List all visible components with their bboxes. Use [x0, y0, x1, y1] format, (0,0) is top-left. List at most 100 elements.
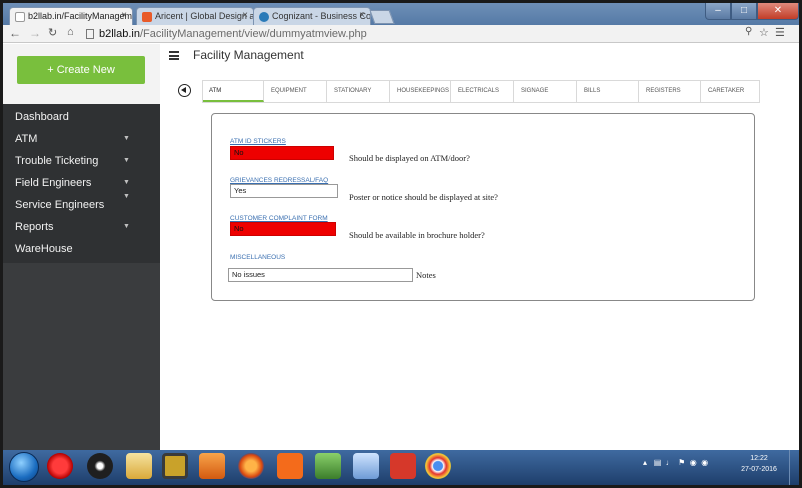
customer-complaint-form-label: CUSTOMER COMPLAINT FORM	[230, 215, 328, 222]
page-title: Facility Management	[193, 48, 304, 62]
page-icon	[86, 29, 94, 39]
address-bar[interactable]: b2llab.in/FacilityManagement/view/dummya…	[85, 26, 735, 42]
atm-id-stickers-field[interactable]: No	[230, 146, 334, 160]
presentation-icon[interactable]	[390, 453, 416, 479]
hp-icon[interactable]	[87, 453, 113, 479]
network-tray-icon[interactable]: ▤	[654, 458, 662, 467]
sidebar-item-field-engineers[interactable]: Field Engineers ▼	[3, 172, 160, 194]
sidebar-menu: Dashboard ATM ▼ Trouble Ticketing ▼ Field …	[3, 106, 160, 260]
back-circle-icon[interactable]	[178, 84, 191, 97]
new-tab-button[interactable]	[369, 10, 395, 24]
grievances-redressal-label: GRIEVANCES REDRESSAL/FAQ	[230, 177, 329, 184]
sidebar-item-trouble-ticketing[interactable]: Trouble Ticketing ▼	[3, 150, 160, 172]
sidebar-item-label: Trouble Ticketing	[15, 155, 99, 167]
windows-taskbar: ▴ ▤ ♩ ⚑ ◉ ◉ 12:22 27-07-2016	[3, 450, 799, 485]
aricent-favicon-icon	[142, 12, 152, 22]
atm-id-stickers-note: Should be displayed on ATM/door?	[349, 153, 470, 163]
close-tab-icon[interactable]: ×	[359, 10, 365, 21]
tab-registers[interactable]: REGISTERS	[640, 81, 701, 102]
tab-electricals[interactable]: ELECTRICALS	[452, 81, 514, 102]
paint-icon[interactable]	[353, 453, 379, 479]
sidebar-item-service-engineers[interactable]: Service Engineers ▼	[3, 193, 160, 216]
close-window-button[interactable]: ✕	[757, 3, 799, 20]
browser-tab-label: b2llab.in/FacilityManagem	[28, 11, 133, 21]
sidebar: + Create New Dashboard ATM ▼ Trouble Tick…	[3, 44, 160, 450]
sidebar-item-atm[interactable]: ATM ▼	[3, 128, 160, 150]
customer-complaint-form-field[interactable]: No	[230, 222, 336, 236]
cognizant-favicon-icon	[259, 12, 269, 22]
browser-tab-aricent[interactable]: Aricent | Global Design a ×	[136, 7, 254, 25]
sidebar-top-panel: + Create New	[3, 44, 160, 104]
create-new-button[interactable]: + Create New	[17, 56, 145, 84]
category-tabs: ATM EQUIPMENT STATIONARY HOUSEKEEPINGS E…	[202, 80, 760, 103]
caret-down-icon: ▼	[123, 223, 130, 230]
minimize-window-button[interactable]: –	[705, 3, 731, 20]
sidebar-item-label: WareHouse	[15, 243, 73, 255]
sidebar-item-label: Field Engineers	[15, 177, 92, 189]
grievances-redressal-note: Poster or notice should be displayed at …	[349, 192, 498, 202]
browser-tab-strip: b2llab.in/FacilityManagem × Aricent | Gl…	[3, 3, 799, 25]
maximize-window-button[interactable]: □	[731, 3, 757, 20]
media-player-icon[interactable]	[199, 453, 225, 479]
file-explorer-icon[interactable]	[126, 453, 152, 479]
miscellaneous-note: Notes	[416, 270, 436, 280]
antivirus-tray-icon[interactable]: ◉	[690, 458, 697, 467]
browser-tab-label: Cognizant - Business Con	[272, 11, 371, 21]
chrome-tray-icon[interactable]: ◉	[701, 458, 708, 467]
forward-arrow-icon[interactable]: →	[29, 26, 41, 40]
chrome-icon[interactable]	[425, 453, 451, 479]
sidebar-item-label: Reports	[15, 221, 54, 233]
miscellaneous-field[interactable]: No issues	[228, 268, 413, 282]
sidebar-item-reports[interactable]: Reports ▼	[3, 216, 160, 238]
sidebar-item-label: ATM	[15, 133, 38, 145]
tab-atm[interactable]: ATM	[203, 81, 264, 102]
tab-signage[interactable]: SIGNAGE	[515, 81, 577, 102]
url-domain: b2llab.in	[99, 28, 140, 40]
extension-icon[interactable]: ⚲	[745, 26, 752, 37]
tab-bills[interactable]: BILLS	[578, 81, 639, 102]
browser-tab-cognizant[interactable]: Cognizant - Business Con ×	[253, 7, 371, 25]
caret-down-icon: ▼	[123, 157, 130, 164]
firefox-icon[interactable]	[238, 453, 264, 479]
home-icon[interactable]: ⌂	[67, 26, 74, 38]
system-tray: ▴ ▤ ♩ ⚑ ◉ ◉	[643, 458, 708, 467]
atm-id-stickers-label: ATM ID STICKERS	[230, 138, 286, 145]
url-path: /FacilityManagement/view/dummyatmview.ph…	[139, 28, 367, 40]
show-desktop-button[interactable]	[789, 450, 799, 485]
sidebar-filler	[3, 263, 160, 450]
clock-date: 27-07-2016	[741, 466, 777, 473]
flag-tray-icon[interactable]: ⚑	[678, 458, 685, 467]
sidebar-item-warehouse[interactable]: WareHouse	[3, 238, 160, 260]
tray-arrow-icon[interactable]: ▴	[643, 458, 647, 467]
browser-tab-facility[interactable]: b2llab.in/FacilityManagem ×	[9, 7, 133, 25]
close-tab-icon[interactable]: ×	[121, 10, 127, 21]
bookmark-star-icon[interactable]: ☆	[759, 26, 769, 39]
tab-stationary[interactable]: STATIONARY	[328, 81, 390, 102]
page-favicon-icon	[15, 12, 25, 22]
page-header: Facility Management	[160, 44, 799, 70]
browser-tab-label: Aricent | Global Design a	[155, 11, 254, 21]
windows-start-icon[interactable]	[9, 452, 39, 482]
tab-equipment[interactable]: EQUIPMENT	[265, 81, 327, 102]
back-arrow-icon[interactable]: ←	[9, 26, 21, 40]
tab-housekeepings[interactable]: HOUSEKEEPINGS	[391, 81, 451, 102]
chrome-menu-icon[interactable]: ☰	[775, 26, 785, 39]
atm-form-card: ATM ID STICKERS No Should be displayed o…	[211, 113, 755, 301]
caret-down-icon: ▼	[123, 193, 130, 200]
taskbar-clock[interactable]: 12:22 27-07-2016	[731, 453, 787, 475]
tab-caretaker[interactable]: CARETAKER	[702, 81, 759, 102]
browser-toolbar: ← → ↻ ⌂ b2llab.in/FacilityManagement/vie…	[3, 25, 799, 43]
app-frame-icon[interactable]	[162, 453, 188, 479]
volume-tray-icon[interactable]: ♩	[666, 458, 674, 467]
sidebar-item-label: Service Engineers	[15, 199, 105, 211]
grievances-redressal-field[interactable]: Yes	[230, 184, 338, 198]
opera-icon[interactable]	[47, 453, 73, 479]
clock-time: 12:22	[750, 455, 768, 462]
mi-app-icon[interactable]	[277, 453, 303, 479]
reload-icon[interactable]: ↻	[48, 26, 57, 39]
close-tab-icon[interactable]: ×	[242, 10, 248, 21]
sidebar-item-label: Dashboard	[15, 111, 69, 123]
hamburger-menu-icon[interactable]	[169, 51, 179, 60]
sidebar-item-dashboard[interactable]: Dashboard	[3, 106, 160, 128]
network-app-icon[interactable]	[315, 453, 341, 479]
